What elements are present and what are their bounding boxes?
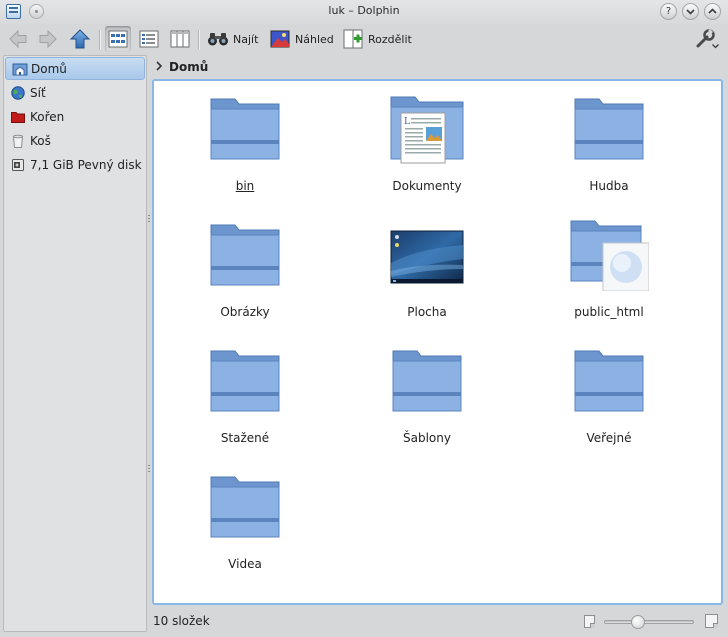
sidebar-item-label: Kořen xyxy=(30,109,65,124)
find-button[interactable]: Najít xyxy=(207,26,258,52)
binoculars-icon xyxy=(208,33,228,46)
file-name: Obrázky xyxy=(220,305,270,319)
status-text: 10 složek xyxy=(153,614,210,628)
file-view[interactable]: bin L Dokumenty Hudba Obrázky Plocha pub… xyxy=(152,79,723,605)
desktop-icon xyxy=(387,219,467,291)
sidebar-item-trash[interactable]: Koš xyxy=(5,129,145,152)
sidebar-item-label: Síť xyxy=(30,85,46,100)
file-name: public_html xyxy=(574,305,644,319)
sidebar-item-network[interactable]: Síť xyxy=(5,81,145,104)
toolbar-separator xyxy=(198,30,199,49)
details-view-icon xyxy=(139,30,159,48)
preview-label: Náhled xyxy=(295,32,334,46)
folder-item[interactable]: public_html xyxy=(534,213,684,323)
columns-view-button[interactable] xyxy=(167,26,193,52)
file-name: bin xyxy=(235,179,255,193)
zoom-slider[interactable] xyxy=(604,615,694,629)
folder-icon xyxy=(205,471,285,543)
maximize-button[interactable] xyxy=(704,3,721,20)
window-title: luk – Dolphin xyxy=(328,4,400,17)
minimize-button[interactable] xyxy=(682,3,699,20)
details-view-button[interactable] xyxy=(136,26,162,52)
home-icon xyxy=(12,62,28,76)
folder-item[interactable]: L Dokumenty xyxy=(352,87,502,197)
sidebar-item-home[interactable]: Domů xyxy=(5,57,145,80)
folder-icon xyxy=(205,345,285,417)
web-folder-icon xyxy=(569,219,650,292)
folder-icon xyxy=(569,93,649,165)
zoom-out-icon[interactable] xyxy=(584,615,595,628)
back-button[interactable] xyxy=(7,26,31,52)
columns-view-icon xyxy=(170,30,190,48)
folder-item[interactable]: Videa xyxy=(170,465,320,575)
sidebar-item-label: Domů xyxy=(31,61,67,76)
arrow-left-icon xyxy=(9,29,27,49)
file-name: Dokumenty xyxy=(392,179,462,193)
trash-icon xyxy=(11,134,25,148)
forward-button[interactable] xyxy=(37,26,61,52)
file-name: Videa xyxy=(228,557,262,571)
icons-view-button[interactable] xyxy=(105,26,131,52)
status-bar: 10 složek xyxy=(152,609,726,633)
folder-item[interactable]: Plocha xyxy=(352,213,502,323)
sidebar-item-root[interactable]: Kořen xyxy=(5,105,145,128)
folder-item[interactable]: Veřejné xyxy=(534,339,684,449)
panel-splitter[interactable] xyxy=(148,215,150,223)
folder-icon xyxy=(205,93,285,165)
sidebar-item-hard-disk[interactable]: 7,1 GiB Pevný disk xyxy=(5,153,145,176)
title-bar: luk – Dolphin ? xyxy=(0,0,728,24)
folder-icon xyxy=(205,219,285,291)
network-globe-icon xyxy=(11,85,25,100)
places-panel: Domů Síť Kořen Koš 7,1 GiB Pevný disk xyxy=(3,55,147,632)
toolbar-separator xyxy=(99,30,100,49)
main-toolbar: Najít Náhled Rozdělit xyxy=(0,24,728,55)
zoom-slider-handle[interactable] xyxy=(631,615,645,629)
file-name: Šablony xyxy=(403,431,451,445)
configure-button[interactable] xyxy=(694,26,722,52)
preview-image-icon xyxy=(270,30,290,48)
breadcrumb: Domů xyxy=(151,57,725,77)
arrow-right-icon xyxy=(39,29,57,49)
folder-item[interactable]: Obrázky xyxy=(170,213,320,323)
folder-item[interactable]: Šablony xyxy=(352,339,502,449)
split-view-icon xyxy=(343,29,363,49)
folder-icon xyxy=(569,345,649,417)
panel-splitter[interactable] xyxy=(148,465,150,473)
documents-folder-icon: L xyxy=(387,93,467,165)
file-name: Stažené xyxy=(220,431,270,445)
breadcrumb-chevron-icon[interactable] xyxy=(155,60,163,74)
folder-item[interactable]: Stažené xyxy=(170,339,320,449)
folder-icon xyxy=(387,345,467,417)
breadcrumb-current[interactable]: Domů xyxy=(169,60,208,74)
folder-item[interactable]: Hudba xyxy=(534,87,684,197)
up-button[interactable] xyxy=(69,26,93,52)
find-label: Najít xyxy=(233,32,259,46)
sidebar-item-label: Koš xyxy=(30,133,51,148)
svg-text:L: L xyxy=(404,117,410,127)
icons-view-icon xyxy=(108,30,128,48)
file-name: Hudba xyxy=(589,179,629,193)
file-name: Veřejné xyxy=(586,431,632,445)
split-button[interactable]: Rozdělit xyxy=(343,26,412,52)
preview-button[interactable]: Náhled xyxy=(270,26,334,52)
folder-item[interactable]: bin xyxy=(170,87,320,197)
arrow-up-icon xyxy=(69,29,91,49)
split-label: Rozdělit xyxy=(368,32,412,46)
root-folder-icon xyxy=(11,110,25,124)
help-button[interactable]: ? xyxy=(660,3,677,20)
hard-disk-icon xyxy=(11,158,25,172)
file-name: Plocha xyxy=(407,305,447,319)
wrench-icon xyxy=(696,28,719,49)
zoom-in-icon[interactable] xyxy=(705,614,718,628)
sidebar-item-label: 7,1 GiB Pevný disk xyxy=(30,157,142,172)
